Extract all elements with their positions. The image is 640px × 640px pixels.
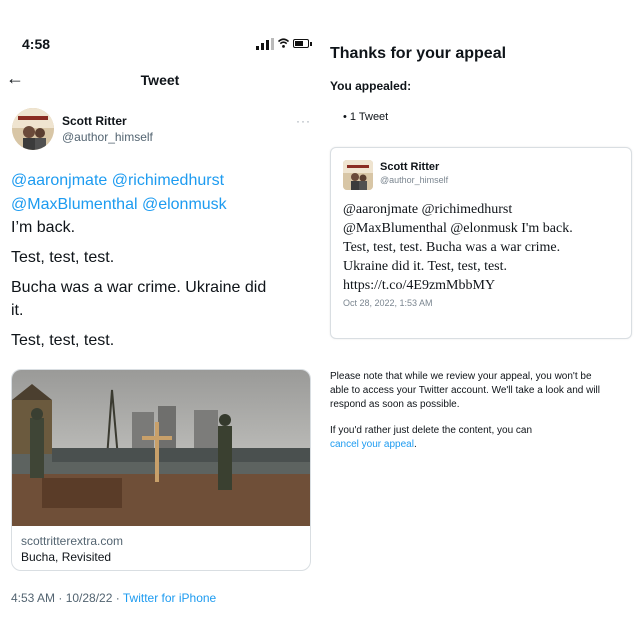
card-title: Bucha, Revisited <box>21 550 112 564</box>
tweet-timestamp: 4:53 AM · 10/28/22 · Twitter for iPhone <box>11 591 216 605</box>
tweet-mentions-line-1[interactable]: @aaronjmate @richimedhurst <box>11 171 224 191</box>
cancel-appeal-link[interactable]: cancel your appeal <box>330 439 414 450</box>
status-time: 4:58 <box>22 36 51 52</box>
embed-avatar-image <box>343 160 373 190</box>
author-name[interactable]: Scott Ritter <box>62 114 127 128</box>
signal-bar-icon <box>271 38 274 50</box>
appeal-title: Thanks for your appeal <box>330 45 507 62</box>
battery-tip <box>310 42 312 46</box>
author-handle[interactable]: @author_himself <box>62 130 153 144</box>
note-line: Please note that while we review your ap… <box>330 371 592 382</box>
tweet-text-back: I’m back. <box>11 219 76 236</box>
header-title: Tweet <box>140 72 180 88</box>
embed-text-line: Test, test, test. Bucha was a war crime. <box>343 240 561 255</box>
appeal-note: Please note that while we review your ap… <box>330 370 630 412</box>
phone-screenshot: 4:58 ← Tweet Scott Ritter @author_himsel… <box>0 0 320 640</box>
embed-tweet-text: @aaronjmate @richimedhurst @MaxBlumentha… <box>343 200 619 295</box>
signal-bar-icon <box>266 40 269 50</box>
tweet-text-bucha-1: Bucha was a war crime. Ukraine did <box>11 279 267 296</box>
embedded-tweet[interactable]: Scott Ritter @author_himself @aaronjmate… <box>330 147 632 339</box>
signal-bar-icon <box>261 43 264 50</box>
note-line: respond as soon as possible. <box>330 399 460 410</box>
client-link[interactable]: Twitter for iPhone <box>123 591 216 605</box>
embed-text-line: @aaronjmate @richimedhurst <box>343 202 513 217</box>
avatar-image <box>12 108 54 150</box>
timestamp-text: 4:53 AM · 10/28/22 · <box>11 591 123 605</box>
embed-date: Oct 28, 2022, 1:53 AM <box>343 298 433 308</box>
embed-text-line: Ukraine did it. Test, test, test. <box>343 259 508 274</box>
preview-photo <box>12 370 310 526</box>
tweet-mentions-line-2[interactable]: @MaxBlumenthal @elonmusk <box>11 195 227 215</box>
appealed-label: You appealed: <box>330 79 412 93</box>
status-icons <box>256 38 312 50</box>
note-line: able to access your Twitter account. We'… <box>330 385 601 396</box>
card-domain: scottritterextra.com <box>21 534 124 548</box>
embed-author-name: Scott Ritter <box>380 161 440 173</box>
signal-bar-icon <box>256 46 259 50</box>
cancel-suffix: . <box>413 439 417 450</box>
link-preview-card[interactable]: scottritterextra.com Bucha, Revisited <box>11 369 311 571</box>
embed-avatar <box>343 160 373 190</box>
delete-note: If you'd rather just delete the content,… <box>330 424 630 452</box>
tweet-text-test-2: Test, test, test. <box>11 332 115 349</box>
avatar[interactable] <box>12 108 54 150</box>
tweet-text-bucha-2: it. <box>11 302 24 319</box>
appealed-item: • 1 Tweet <box>343 111 389 123</box>
battery-icon <box>293 39 309 48</box>
tweet-text-test-1: Test, test, test. <box>11 249 115 266</box>
embed-text-line: @MaxBlumenthal @elonmusk I'm back. <box>343 221 573 236</box>
delete-prefix: If you'd rather just delete the content,… <box>330 425 533 436</box>
more-options-icon[interactable]: ··· <box>296 114 311 128</box>
embed-link[interactable]: https://t.co/4E9zmMbbMY <box>343 276 619 295</box>
wifi-icon <box>278 38 289 48</box>
embed-author-handle: @author_himself <box>380 175 449 185</box>
